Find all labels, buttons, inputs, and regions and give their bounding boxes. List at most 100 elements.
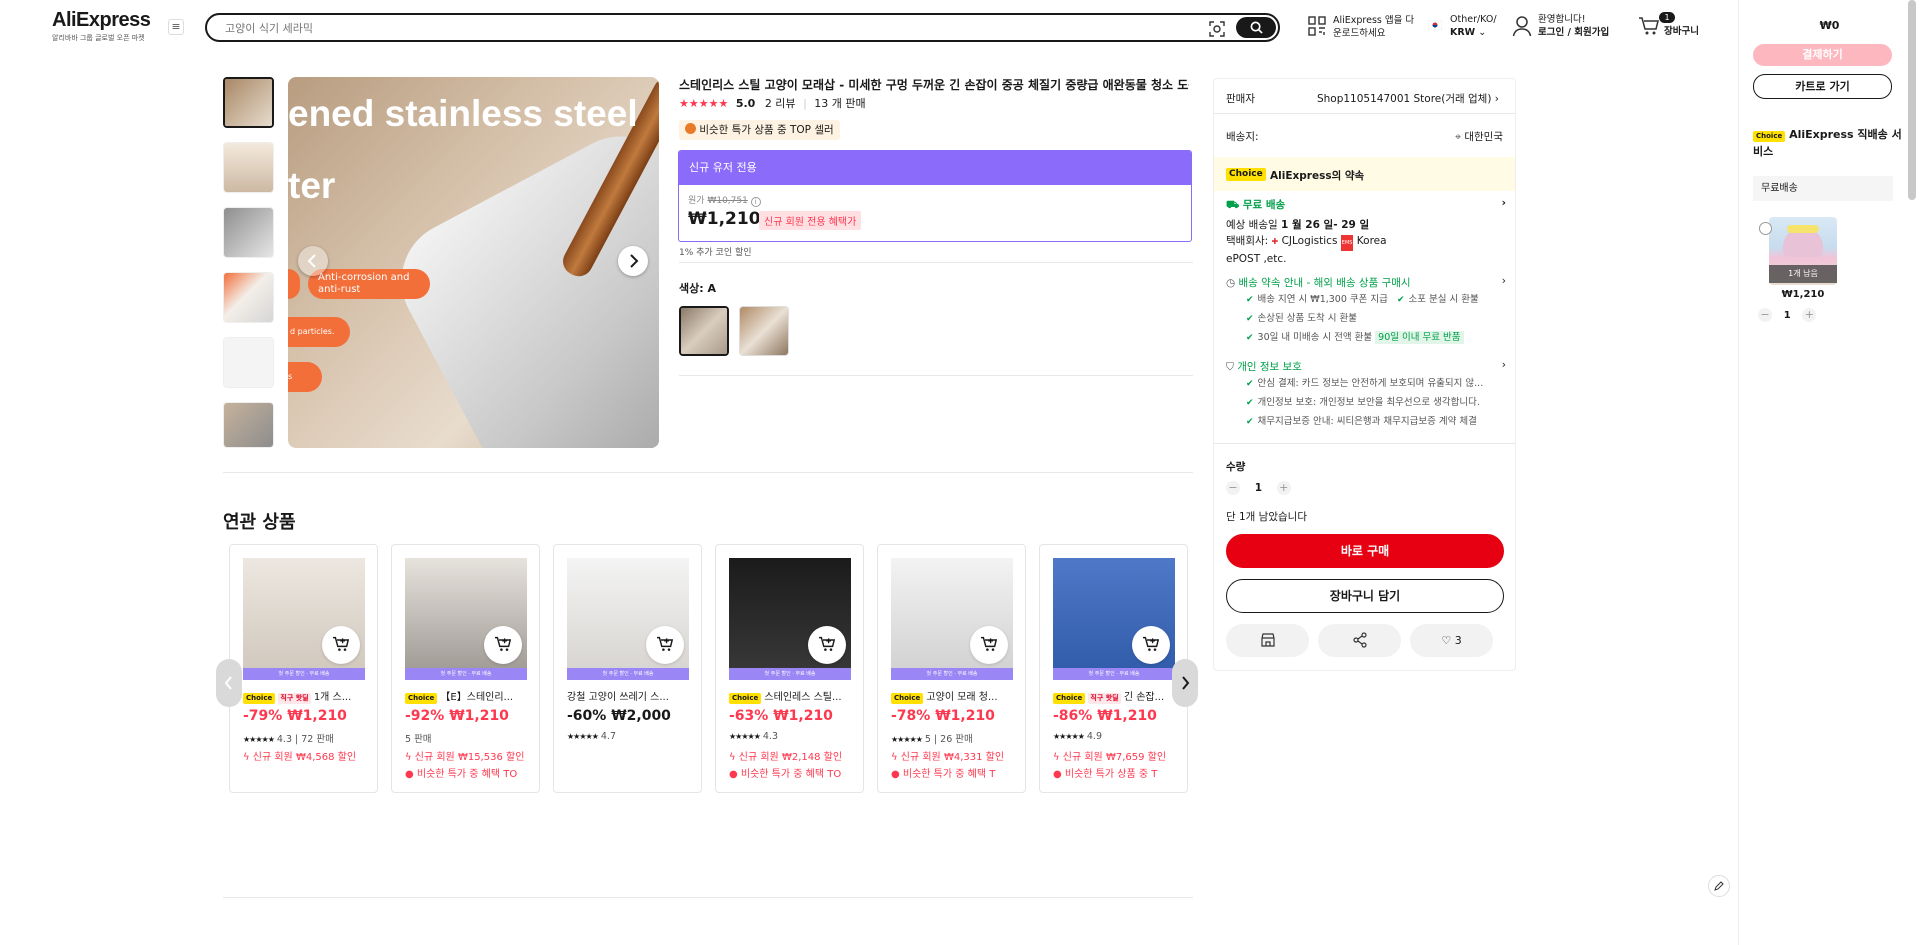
search-button[interactable] <box>1236 17 1276 38</box>
chevron-right-icon <box>630 254 639 268</box>
increase-button[interactable]: + <box>1276 481 1291 495</box>
review-count[interactable]: 2 리뷰 <box>765 97 796 110</box>
decrease-button[interactable]: − <box>1226 481 1240 495</box>
app-download-link[interactable]: AliExpress 앱을 다 운로드하세요 <box>1333 14 1414 40</box>
product-image[interactable]: 첫 주문 할인 · 무료 배송 <box>567 558 689 680</box>
gallery-thumb-1[interactable] <box>223 77 274 128</box>
product-image[interactable]: 첫 주문 할인 · 무료 배송 <box>1053 558 1175 680</box>
top-seller-badge: 비슷한 특가 상품 중 TOP 셀러 <box>679 120 840 140</box>
add-to-cart-icon[interactable] <box>322 626 360 664</box>
heart-icon: ♡ <box>1441 634 1452 647</box>
decrease-button[interactable]: − <box>1758 308 1772 322</box>
related-product-card[interactable]: 첫 주문 할인 · 무료 배송 Choice 직구 핫딜 긴 손잡... -86% … <box>1039 544 1188 793</box>
product-image[interactable]: 첫 주문 할인 · 무료 배송 <box>891 558 1013 680</box>
truck-icon: ⛟ <box>1226 199 1240 211</box>
region-selector[interactable]: Other/KO/ KRW ⌄ <box>1450 13 1497 39</box>
hot-deal-badge: 직구 핫딜 <box>1088 693 1121 704</box>
qr-icon[interactable] <box>1308 16 1326 36</box>
add-to-cart-icon[interactable] <box>808 626 846 664</box>
free-shipping-section[interactable]: ⛟ 무료 배송 › 예상 배송일 1 월 26 일- 29 일 택배회사: ✚ C… <box>1226 197 1506 267</box>
share-icon <box>1352 632 1367 648</box>
item-select-checkbox[interactable] <box>1759 222 1772 235</box>
image-overlay-pill-2: d particles. <box>288 317 350 347</box>
related-prev-button[interactable] <box>216 659 242 707</box>
product-price: -63% ₩1,210 <box>729 708 833 724</box>
sidebar-scrollbar[interactable] <box>1908 0 1916 200</box>
seller-link[interactable]: Shop1105147001 Store(거래 업체) › <box>1317 91 1499 106</box>
deal-benefit: ● 비슷한 특가 중 혜택 TO <box>729 769 842 780</box>
gallery-next-button[interactable] <box>618 246 648 276</box>
product-image[interactable]: 첫 주문 할인 · 무료 배송 <box>243 558 365 680</box>
image-overlay-text-1: ened stainless steel <box>288 93 638 134</box>
gallery-thumb-6[interactable] <box>223 402 274 448</box>
store-icon <box>1260 633 1275 647</box>
related-next-button[interactable] <box>1172 659 1198 707</box>
product-image[interactable]: 첫 주문 할인 · 무료 배송 <box>405 558 527 680</box>
account-menu[interactable]: 환영합니다! 로그인 / 회원가입 <box>1538 13 1609 39</box>
gallery-thumb-3[interactable] <box>223 207 274 258</box>
new-user-discount: ϟ 신규 회원 ₩4,568 할인 <box>243 752 357 763</box>
image-overlay-pill-3: s <box>288 362 322 392</box>
related-product-card[interactable]: 첫 주문 할인 · 무료 배송 강철 고양이 쓰레기 스... -60% ₩2,00… <box>553 544 702 793</box>
privacy-section[interactable]: ⛉ 개인 정보 보호 › ✔ 안심 결제: 카드 정보는 안전하게 보호되며 유출되… <box>1226 359 1506 429</box>
coin-discount-note: 1% 추가 코인 할인 <box>679 248 752 258</box>
user-icon[interactable] <box>1512 15 1532 37</box>
add-to-cart-icon[interactable] <box>484 626 522 664</box>
color-swatch-b[interactable] <box>739 306 789 356</box>
rating-text: 4.3 | 72 판매 <box>276 734 334 745</box>
image-search-icon[interactable] <box>1208 20 1226 38</box>
wishlist-button[interactable]: ♡ 3 <box>1410 624 1493 657</box>
cart-total: ₩0 <box>1819 19 1840 32</box>
deal-benefit: ● 비슷한 특가 상품 중 T <box>1053 769 1158 780</box>
product-name-row: Choice 고양이 모래 청... <box>891 688 1016 704</box>
product-rating: ★★★★★ 4.3 <box>729 731 778 742</box>
login-signup-link[interactable]: 로그인 / 회원가입 <box>1538 27 1609 38</box>
delivery-item-1: 배송 지연 시 ₩1,300 쿠폰 지급 <box>1257 294 1388 305</box>
go-to-cart-button[interactable]: 카트로 가기 <box>1753 74 1892 99</box>
share-button[interactable] <box>1318 624 1401 657</box>
add-to-cart-icon[interactable] <box>970 626 1008 664</box>
store-button[interactable] <box>1226 624 1309 657</box>
feedback-edit-icon[interactable] <box>1708 875 1730 897</box>
related-product-card[interactable]: 첫 주문 할인 · 무료 배송 Choice 고양이 모래 청... -78% ₩1… <box>877 544 1026 793</box>
product-image[interactable]: 첫 주문 할인 · 무료 배송 <box>729 558 851 680</box>
related-product-card[interactable]: 첫 주문 할인 · 무료 배송 Choice 스테인레스 스틸... -63% ₩1… <box>715 544 864 793</box>
gallery-thumb-5[interactable] <box>223 337 274 388</box>
delivery-promise-section[interactable]: ◷ 배송 약속 안내 - 해외 배송 상품 구매시 › ✔ 배송 지연 시 ₩1,3… <box>1226 275 1506 345</box>
color-swatch-a[interactable] <box>679 306 729 356</box>
cart-sidebar: ₩0 결제하기 카트로 가기 Choice AliExpress 직배송 서비스… <box>1738 0 1920 945</box>
cart-icon[interactable] <box>1638 16 1660 36</box>
new-user-tag: 신규 회원 전용 혜택가 <box>759 211 862 230</box>
add-to-cart-button[interactable]: 장바구니 담기 <box>1226 579 1504 613</box>
add-to-cart-icon[interactable] <box>1132 626 1170 664</box>
rating-value: 5.0 <box>735 97 756 110</box>
related-product-card[interactable]: 첫 주문 할인 · 무료 배송 Choice 【E】스테인리... -92% ₩1,… <box>391 544 540 793</box>
cart-label[interactable]: 장바구니 <box>1664 25 1699 38</box>
menu-icon[interactable]: ≡ <box>168 19 184 35</box>
gallery-prev-button[interactable] <box>298 246 328 276</box>
seller-name: Shop1105147001 Store(거래 업체) <box>1316 93 1492 105</box>
choice-service-title: Choice AliExpress 직배송 서비스 <box>1753 126 1903 160</box>
new-user-discount: ϟ 신규 회원 ₩4,331 할인 <box>891 752 1005 763</box>
benefit-text: 비슷한 특가 중 혜택 T <box>902 769 996 780</box>
gallery-thumb-4[interactable] <box>223 272 274 323</box>
app-download-line2: 운로드하세요 <box>1333 28 1386 39</box>
product-price: -92% ₩1,210 <box>405 708 509 724</box>
deal-benefit: ● 비슷한 특가 중 혜택 TO <box>405 769 518 780</box>
buy-now-button[interactable]: 바로 구매 <box>1226 534 1504 568</box>
info-icon[interactable]: i <box>750 197 761 207</box>
gallery-thumb-2[interactable] <box>223 142 274 193</box>
ship-to-selector[interactable]: ⌖ 대한민국 <box>1455 129 1503 144</box>
product-price: -78% ₩1,210 <box>891 708 995 724</box>
add-to-cart-icon[interactable] <box>646 626 684 664</box>
increase-button[interactable]: + <box>1802 308 1817 322</box>
aliexpress-logo[interactable]: AliExpress 알리바바 그룹 글로벌 오픈 마켓 <box>52 9 151 43</box>
related-product-card[interactable]: 첫 주문 할인 · 무료 배송 Choice 직구 핫딜 1개 스... -79% … <box>229 544 378 793</box>
rating-text: 4.3 <box>762 731 778 742</box>
search-input[interactable] <box>225 18 1185 38</box>
checkout-button[interactable]: 결제하기 <box>1753 44 1892 66</box>
hot-deal-badge: 직구 핫딜 <box>278 693 311 704</box>
main-product-image[interactable]: ened stainless steel ter Anti-corrosion … <box>288 77 659 448</box>
rating-text: 5 판매 <box>405 734 432 745</box>
cart-quantity-stepper: − 1 + <box>1758 308 1817 322</box>
